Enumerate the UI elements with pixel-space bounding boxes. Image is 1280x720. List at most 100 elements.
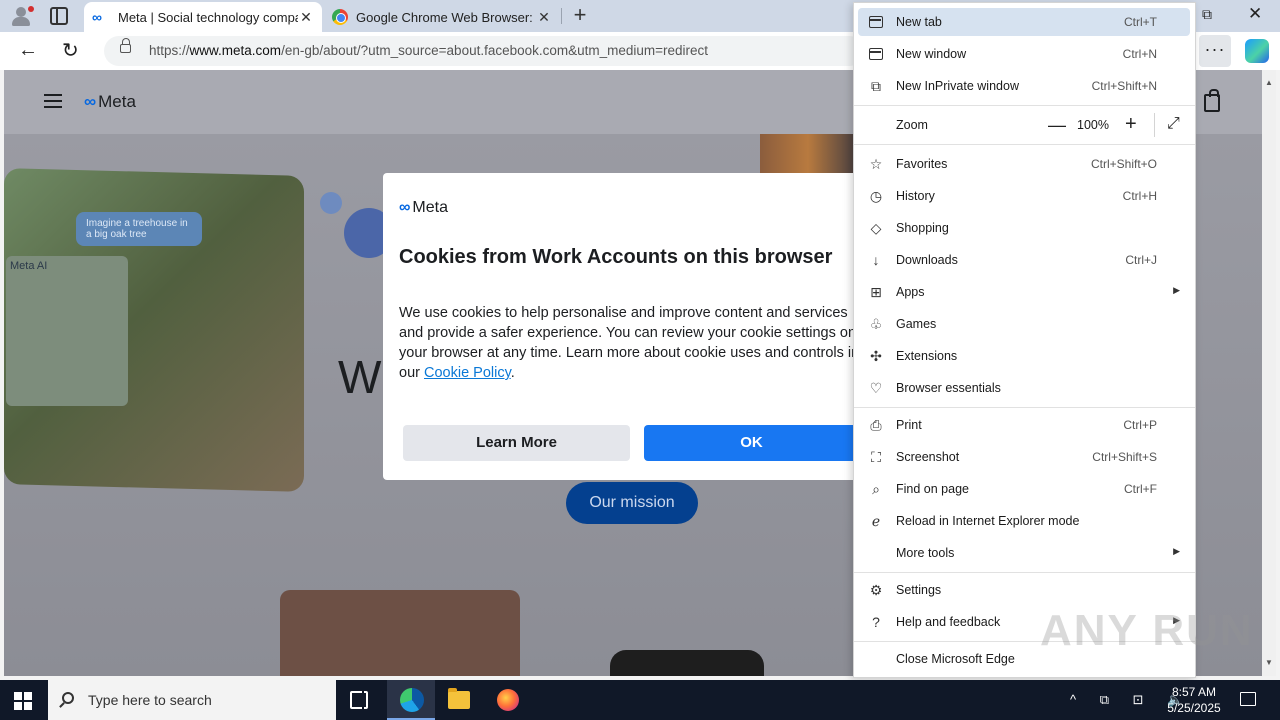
chrome-favicon-icon	[332, 9, 348, 25]
search-icon	[62, 692, 74, 704]
taskbar: Type here to search ^ ⧉ ⊡ 🔈 8:57 AM 5/25/…	[0, 680, 1280, 720]
printer-icon: ⎙	[870, 417, 882, 433]
edge-settings-menu: New tab Ctrl+T New window Ctrl+N ⧉ New InP…	[853, 2, 1196, 678]
copilot-icon[interactable]	[1245, 39, 1269, 63]
restore-window-icon[interactable]: ⧉	[1202, 6, 1212, 23]
menu-item-ie-mode[interactable]: ℯ Reload in Internet Explorer mode	[858, 507, 1190, 535]
notification-icon[interactable]	[1240, 692, 1256, 706]
menu-item-screenshot[interactable]: ⛶ Screenshot Ctrl+Shift+S	[858, 443, 1190, 471]
address-bar[interactable]: https://www.meta.com/en-gb/about/?utm_so…	[104, 36, 864, 66]
taskbar-search-box[interactable]: Type here to search	[48, 680, 336, 720]
dialog-title: Cookies from Work Accounts on this brows…	[399, 246, 833, 268]
apps-grid-icon: ⊞	[870, 284, 882, 300]
menu-item-settings[interactable]: ⚙ Settings	[858, 576, 1190, 604]
reload-icon[interactable]: ↻	[62, 38, 79, 63]
screenshot-icon: ⛶	[871, 449, 881, 465]
menu-divider	[854, 105, 1195, 106]
menu-item-shopping[interactable]: ◇ Shopping	[858, 214, 1190, 242]
internet-explorer-icon: ℯ	[871, 513, 881, 529]
url-text[interactable]: https://www.meta.com/en-gb/about/?utm_so…	[149, 43, 708, 58]
inprivate-icon: ⧉	[871, 78, 881, 94]
tab-divider	[561, 8, 562, 24]
cookie-policy-link[interactable]: Cookie Policy	[424, 365, 511, 381]
zoom-divider	[1154, 113, 1155, 137]
menu-item-favorites[interactable]: ☆ Favorites Ctrl+Shift+O	[858, 150, 1190, 178]
taskbar-firefox-app[interactable]	[483, 680, 531, 720]
games-controller-icon: ♧	[869, 316, 883, 332]
metaai-label: Meta AI	[10, 260, 48, 272]
favorites-star-icon: ☆	[869, 156, 883, 172]
menu-item-more-tools[interactable]: More tools ▶	[858, 539, 1190, 567]
menu-divider	[854, 572, 1195, 573]
hero-artwork	[760, 134, 856, 174]
tab-title: Google Chrome Web Browser: Fi	[356, 9, 536, 25]
dialog-logo: ∞ Meta	[399, 199, 448, 216]
settings-and-more-button[interactable]: ···	[1199, 35, 1231, 67]
new-tab-icon[interactable]: +	[568, 4, 592, 28]
meta-logo-icon: ∞	[399, 199, 411, 216]
folder-icon	[448, 688, 470, 709]
download-icon: ↓	[872, 252, 880, 268]
tab-meta[interactable]: ∞ Meta | Social technology company ✕	[84, 2, 322, 32]
our-mission-button[interactable]: Our mission	[566, 482, 698, 524]
menu-item-zoom: Zoom — 100% + ⤢	[896, 113, 1180, 137]
close-window-icon[interactable]: ✕	[1248, 4, 1262, 24]
hamburger-menu-icon[interactable]	[44, 94, 62, 108]
taskbar-edge-app[interactable]	[387, 680, 435, 720]
menu-item-browser-essentials[interactable]: ♡ Browser essentials	[858, 374, 1190, 402]
search-placeholder: Type here to search	[88, 692, 212, 708]
fullscreen-icon[interactable]: ⤢	[1167, 115, 1180, 133]
menu-item-apps[interactable]: ⊞ Apps ▶	[858, 278, 1190, 306]
menu-divider	[854, 144, 1195, 145]
ok-button[interactable]: OK	[644, 425, 853, 461]
scroll-up-icon[interactable]: ▲	[1265, 78, 1273, 87]
menu-item-games[interactable]: ♧ Games	[858, 310, 1190, 338]
gear-icon: ⚙	[869, 582, 883, 598]
new-tab-icon	[869, 16, 883, 28]
taskbar-file-explorer-app[interactable]	[435, 680, 483, 720]
submenu-arrow-icon: ▶	[1173, 546, 1180, 556]
windows-start-icon[interactable]	[14, 692, 32, 710]
site-logo[interactable]: ∞ Meta	[84, 92, 136, 112]
close-tab-icon[interactable]: ✕	[298, 9, 314, 26]
menu-divider	[854, 407, 1195, 408]
menu-item-extensions[interactable]: ✣ Extensions	[858, 342, 1190, 370]
hero-decoration	[320, 192, 342, 214]
menu-item-print[interactable]: ⎙ Print Ctrl+P	[858, 411, 1190, 439]
zoom-out-button[interactable]: —	[1048, 115, 1066, 136]
shopping-bag-icon[interactable]	[1204, 89, 1220, 112]
hero-metaai-panel	[6, 256, 128, 406]
menu-item-new-window[interactable]: New window Ctrl+N	[858, 40, 1190, 68]
menu-item-new-tab[interactable]: New tab Ctrl+T	[858, 8, 1190, 36]
lock-icon[interactable]	[120, 38, 131, 53]
tab-chrome[interactable]: Google Chrome Web Browser: Fi ✕	[324, 2, 560, 32]
extensions-puzzle-icon: ✣	[870, 348, 882, 364]
menu-item-inprivate[interactable]: ⧉ New InPrivate window Ctrl+Shift+N	[858, 72, 1190, 100]
zoom-in-button[interactable]: +	[1125, 113, 1137, 136]
tab-actions-icon[interactable]	[50, 7, 68, 25]
page-scrollbar[interactable]: ▲ ▼	[1262, 70, 1276, 676]
dialog-body: We use cookies to help personalise and i…	[399, 305, 853, 381]
learn-more-button[interactable]: Learn More	[403, 425, 630, 461]
edge-logo-icon	[400, 688, 424, 712]
menu-item-history[interactable]: ◷ History Ctrl+H	[858, 182, 1190, 210]
hero-heading: W	[338, 351, 382, 403]
hero-prompt-bubble: Imagine a treehouse in a big oak tree	[76, 212, 202, 246]
task-view-icon[interactable]	[350, 689, 368, 711]
anyrun-watermark: ANY RUN	[1040, 606, 1254, 655]
close-tab-icon[interactable]: ✕	[536, 9, 552, 26]
new-window-icon	[869, 48, 883, 60]
menu-item-downloads[interactable]: ↓ Downloads Ctrl+J	[858, 246, 1190, 274]
taskbar-clock[interactable]: 8:57 AM 5/25/2025	[1164, 684, 1224, 716]
firefox-logo-icon	[497, 689, 519, 711]
back-arrow-icon[interactable]: ←	[18, 39, 38, 62]
scroll-down-icon[interactable]: ▼	[1265, 658, 1273, 667]
meta-logo-icon: ∞	[84, 92, 97, 111]
zoom-level: 100%	[1077, 118, 1109, 132]
history-clock-icon: ◷	[869, 188, 883, 204]
product-image	[280, 590, 520, 676]
menu-item-find[interactable]: ⌕ Find on page Ctrl+F	[858, 475, 1190, 503]
submenu-arrow-icon: ▶	[1173, 285, 1180, 295]
meta-favicon-icon: ∞	[92, 9, 102, 25]
profile-avatar-icon[interactable]	[8, 4, 34, 28]
